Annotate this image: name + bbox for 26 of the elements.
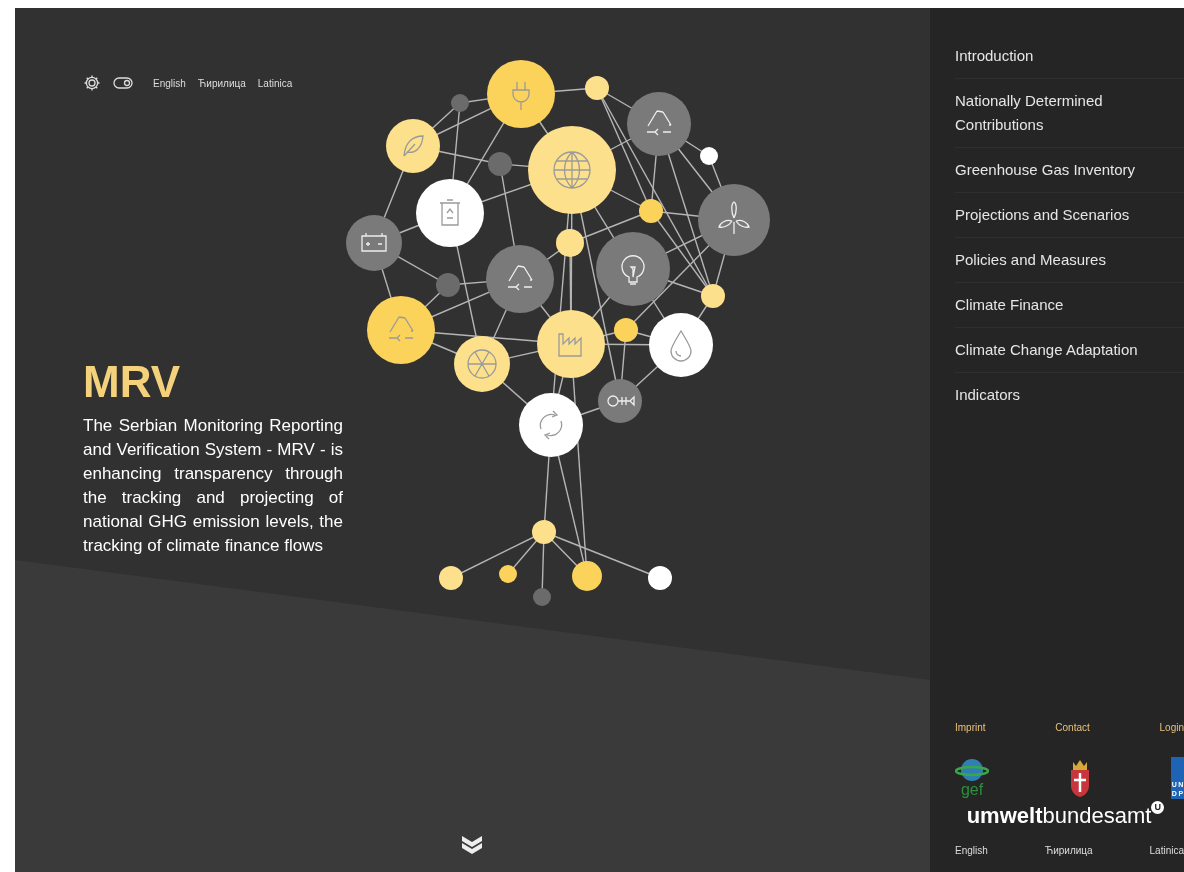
toggle-switch[interactable] bbox=[113, 77, 133, 89]
language-link[interactable]: Latinica bbox=[257, 75, 293, 91]
footer-link[interactable]: Imprint bbox=[955, 720, 986, 735]
footer-link[interactable]: Login bbox=[1159, 720, 1184, 735]
scroll-down-icon[interactable] bbox=[461, 834, 483, 854]
nav-link[interactable]: Nationally Determined Contributions bbox=[955, 79, 1184, 148]
nav-link[interactable]: Projections and Scenarios bbox=[955, 193, 1184, 238]
page-title: MRV bbox=[83, 360, 181, 404]
nav-link[interactable]: Greenhouse Gas Inventory bbox=[955, 148, 1184, 193]
nav-link[interactable]: Indicators bbox=[955, 373, 1184, 417]
umweltbundesamt-logo: umweltbundesamt bbox=[966, 805, 1152, 827]
language-link[interactable]: Latinica bbox=[1149, 843, 1184, 858]
nav-link[interactable]: Climate Change Adaptation bbox=[955, 328, 1184, 373]
umweltbundesamt-mark: U bbox=[1151, 801, 1165, 814]
language-link[interactable]: Ћирилица bbox=[197, 75, 246, 91]
gef-logo: gef bbox=[955, 758, 989, 798]
language-link[interactable]: Ћирилица bbox=[1044, 843, 1093, 858]
hero-description: The Serbian Monitoring Reporting and Verification System - MRV - is enhancing transparency through the tracking and projecting of national GHG emission levels, the tracking of climate finance flows bbox=[83, 415, 343, 557]
nav-link[interactable]: Policies and Measures bbox=[955, 238, 1184, 283]
language-link[interactable]: English bbox=[955, 843, 988, 858]
nav-link[interactable]: Climate Finance bbox=[955, 283, 1184, 328]
nav-link[interactable]: Introduction bbox=[955, 34, 1184, 79]
settings-icon[interactable] bbox=[83, 74, 101, 92]
serbia-coat-of-arms-icon bbox=[1068, 758, 1092, 798]
language-link[interactable]: English bbox=[153, 75, 186, 91]
footer-link[interactable]: Contact bbox=[1055, 720, 1090, 735]
